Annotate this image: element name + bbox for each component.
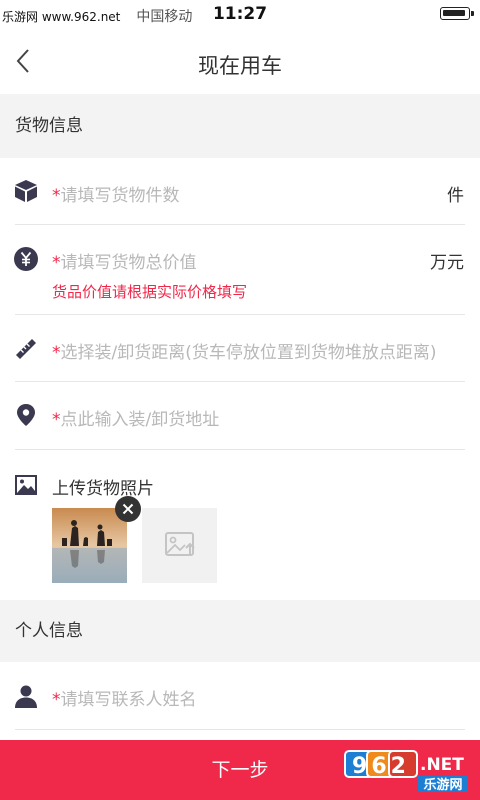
add-photo-button[interactable]: [142, 508, 217, 583]
distance-placeholder: 选择装/卸货距离(货车停放位置到货物堆放点距离): [60, 343, 437, 363]
contact-name-field[interactable]: *请填写联系人姓名: [0, 662, 480, 729]
address-placeholder: 点此输入装/卸货地址: [60, 410, 220, 430]
status-time: 11:27: [212, 4, 268, 24]
cargo-value-hint: 货品价值请根据实际价格填写: [52, 283, 248, 301]
cargo-value-field[interactable]: *请填写货物总价值 万元 货品价值请根据实际价格填写: [0, 225, 480, 314]
cargo-count-input[interactable]: *请填写货物件数: [52, 181, 180, 206]
required-mark: *: [52, 253, 61, 273]
divider: [15, 449, 465, 450]
nav-bar: 现在用车: [0, 28, 480, 94]
close-icon: [122, 503, 134, 515]
distance-field[interactable]: *选择装/卸货距离(货车停放位置到货物堆放点距离): [0, 315, 480, 382]
section-header-personal: 个人信息: [0, 600, 480, 662]
svg-text:.NET: .NET: [420, 755, 464, 775]
image-icon: [15, 475, 37, 495]
add-image-icon: [165, 532, 195, 556]
contact-name-placeholder: 请填写联系人姓名: [60, 690, 197, 710]
site-logo: 962 .NET 乐游网: [344, 748, 472, 794]
cargo-value-input[interactable]: *请填写货物总价值: [52, 248, 197, 273]
cargo-count-unit: 件: [447, 186, 464, 206]
svg-text:962: 962: [352, 754, 410, 779]
person-icon: [15, 685, 37, 708]
location-pin-icon: [17, 404, 35, 426]
battery-icon: [440, 7, 474, 20]
distance-select[interactable]: *选择装/卸货距离(货车停放位置到货物堆放点距离): [52, 338, 437, 363]
box-icon: [15, 180, 37, 202]
address-input[interactable]: *点此输入装/卸货地址: [52, 405, 219, 430]
ruler-icon: [16, 339, 36, 359]
section-header-cargo: 货物信息: [0, 94, 480, 158]
cargo-value-placeholder: 请填写货物总价值: [60, 253, 197, 273]
required-mark: *: [52, 343, 61, 363]
contact-name-input[interactable]: *请填写联系人姓名: [52, 685, 197, 710]
page-title: 现在用车: [198, 54, 282, 78]
cargo-value-unit: 万元: [430, 253, 464, 273]
yuan-icon: [14, 247, 38, 271]
remove-photo-button[interactable]: [115, 496, 141, 522]
cargo-count-field[interactable]: *请填写货物件数 件: [0, 158, 480, 225]
required-mark: *: [52, 186, 61, 206]
address-field[interactable]: *点此输入装/卸货地址: [0, 382, 480, 449]
required-mark: *: [52, 410, 61, 430]
divider: [15, 729, 465, 730]
status-bar: 乐游网 www.962.net 中国移动 11:27: [0, 0, 480, 28]
required-mark: *: [52, 690, 61, 710]
svg-text:乐游网: 乐游网: [423, 777, 462, 793]
cargo-count-placeholder: 请填写货物件数: [60, 186, 180, 206]
